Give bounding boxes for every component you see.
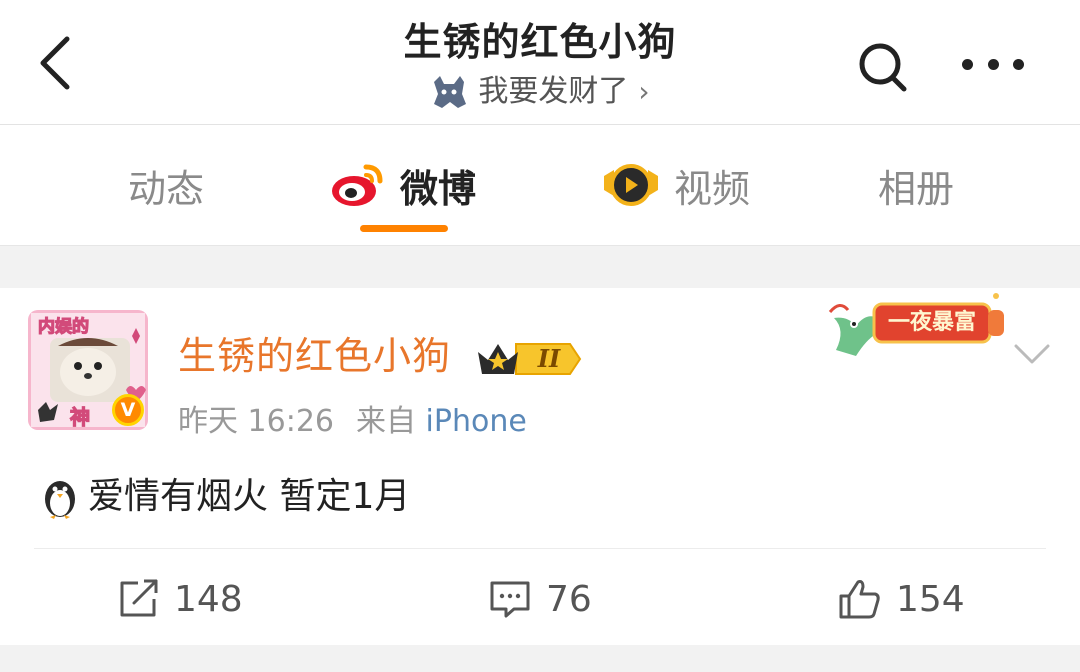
header-title-block: 生锈的红色小狗 我要发财了 ›	[240, 16, 840, 114]
page-title: 生锈的红色小狗	[403, 20, 677, 64]
tab-video[interactable]: 视频	[602, 157, 750, 213]
more-icon	[962, 58, 973, 70]
tabs-divider	[0, 245, 1080, 246]
tab-dynamic[interactable]: 动态	[128, 157, 204, 213]
membership-badge[interactable]: II	[476, 338, 582, 380]
video-badge-icon	[604, 164, 658, 206]
tab-label: 动态	[128, 166, 205, 211]
user-signature-link[interactable]: 我要发财了 ›	[430, 72, 650, 112]
top-nav-bar: 生锈的红色小狗 我要发财了 ›	[0, 0, 1080, 124]
crown-icon	[478, 343, 582, 375]
back-icon	[40, 36, 70, 90]
profile-tabs: 动态 微博 视频 相册	[0, 125, 1080, 245]
tab-label: 相册	[878, 166, 955, 211]
like-button[interactable]: 154	[838, 574, 965, 624]
post-source-prefix: 来自	[356, 404, 416, 439]
repost-button[interactable]: 148	[118, 574, 243, 624]
thumbs-up-icon	[839, 580, 880, 619]
promo-decoration[interactable]: 一夜暴富	[826, 290, 1010, 360]
back-button[interactable]	[28, 30, 80, 96]
avatar[interactable]: 内娱的 神 V	[28, 310, 148, 430]
promo-text: 一夜暴富	[887, 310, 976, 335]
weibo-logo-icon	[332, 164, 383, 206]
comment-icon	[490, 581, 530, 618]
subtitle-text: 我要发财了	[478, 74, 629, 109]
post-meta: 昨天 16:26 来自 iPhone	[178, 402, 527, 442]
avatar-caption-bottom: 神	[70, 405, 90, 429]
comment-count: 76	[546, 578, 592, 620]
tab-album[interactable]: 相册	[878, 157, 954, 213]
membership-level: II	[537, 344, 561, 373]
active-tab-indicator	[360, 225, 448, 232]
weibo-post-card[interactable]: 内娱的 神 V 生锈的红色小狗 II 昨天 16:26 来自 iPhone 一夜暴…	[0, 288, 1080, 645]
post-content[interactable]: 爱情有烟火 暂定1月	[40, 474, 410, 520]
more-button[interactable]	[962, 50, 1024, 78]
search-button[interactable]	[854, 38, 912, 96]
post-menu-button[interactable]	[1012, 340, 1052, 368]
penguin-icon	[45, 481, 75, 519]
post-source[interactable]: iPhone	[426, 404, 527, 439]
more-icon-dot	[1013, 58, 1024, 70]
post-time: 昨天 16:26	[178, 404, 334, 439]
avatar-caption-top: 内娱的	[38, 316, 89, 337]
search-icon	[859, 43, 907, 92]
post-text: 爱情有烟火 暂定1月	[88, 476, 411, 517]
repost-icon	[120, 579, 158, 617]
comment-button[interactable]: 76	[488, 574, 592, 624]
cat-icon	[434, 76, 467, 108]
more-icon-dot	[987, 58, 999, 70]
subtitle-arrow: ›	[638, 75, 650, 108]
card-divider	[34, 548, 1046, 549]
verified-badge: V	[112, 394, 144, 426]
post-username[interactable]: 生锈的红色小狗	[178, 332, 451, 380]
tab-label: 微博	[400, 166, 477, 211]
tab-label: 视频	[674, 166, 751, 211]
like-count: 154	[896, 578, 965, 620]
tab-weibo[interactable]: 微博	[330, 157, 476, 213]
repost-count: 148	[174, 578, 243, 620]
chevron-down-icon	[1014, 344, 1050, 364]
